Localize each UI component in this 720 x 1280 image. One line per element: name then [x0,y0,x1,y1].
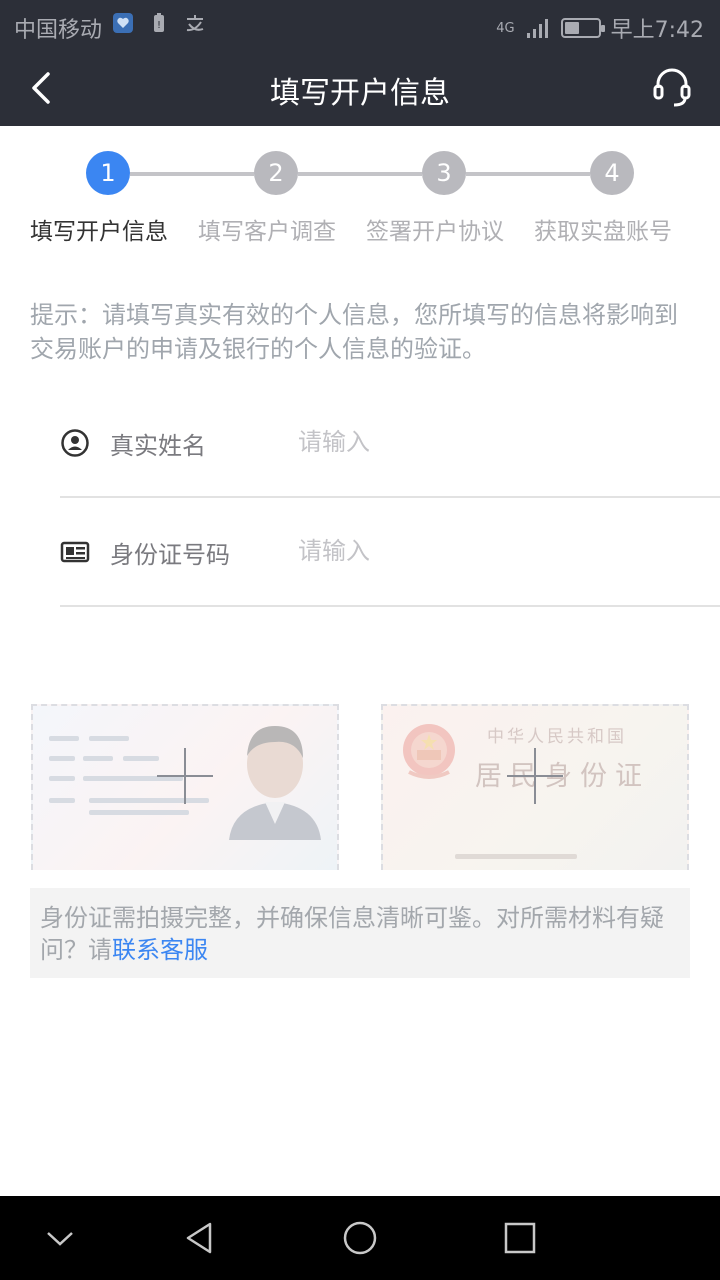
customer-service-headset-icon[interactable] [652,66,692,108]
card-text-line [455,854,577,859]
national-emblem-icon [403,724,455,779]
progress-stepper: 1 2 3 4 填写开户信息 填写客户调查 签署开户协议 获取实盘账号 [0,126,720,256]
info-tip: 提示：请填写真实有效的个人信息，您所填写的信息将影响到交易账户的申请及银行的个人… [30,301,678,363]
card-text-line [89,810,189,815]
card-text-line [83,756,113,761]
id-number-label: 身份证号码 [110,541,230,569]
id-number-input[interactable] [298,531,678,571]
network-type: 4G [496,20,515,36]
step-3-label: 签署开户协议 [366,219,504,245]
clock: 早上7:42 [610,18,704,43]
system-navigation-bar [0,1196,720,1280]
card-text-line [49,776,75,781]
card-text-line [49,798,75,803]
page-title: 填写开户信息 [270,76,450,111]
step-1-circle: 1 [86,151,130,195]
sample-portrait-photo [229,726,321,840]
card-text-line [49,736,79,741]
card-text-line [123,756,159,761]
id-card-front-upload[interactable] [31,704,339,870]
carrier-name: 中国移动 [14,18,103,43]
signal-icon [526,19,548,38]
battery-saver-icon: ! [154,13,164,32]
add-photo-plus-icon [157,748,213,804]
upload-note: 身份证需拍摄完整，并确保信息清晰可鉴。对所需材料有疑问？请联系客服 [30,888,690,978]
recent-apps-square-icon[interactable] [500,1218,540,1258]
user-icon [61,429,89,457]
home-circle-icon[interactable] [340,1218,380,1258]
step-2-label: 填写客户调查 [198,219,336,245]
real-name-label: 真实姓名 [110,432,206,460]
step-connector [466,172,590,176]
svg-text:!: ! [157,20,161,31]
battery-icon [560,18,605,38]
step-4-circle: 4 [590,151,634,195]
card-text-line [89,736,129,741]
real-name-input[interactable] [298,422,678,462]
nav-bar: 填写开户信息 [0,50,720,126]
step-4-label: 获取实盘账号 [534,219,672,245]
real-name-field: 真实姓名 [60,388,720,498]
id-card-back-upload[interactable]: 中华人民共和国 居民身份证 [381,704,689,870]
step-3-circle: 3 [422,151,466,195]
step-connector [298,172,422,176]
id-number-field: 身份证号码 [60,497,720,607]
contact-support-link[interactable]: 联系客服 [112,936,208,964]
hide-keyboard-chevron-icon[interactable] [40,1218,80,1258]
card-text-line [49,756,75,761]
card-country-text: 中华人民共和国 [487,727,627,747]
step-2-circle: 2 [254,151,298,195]
id-card-icon [60,541,90,563]
step-connector [130,172,254,176]
health-app-icon [113,13,133,33]
back-triangle-icon[interactable] [180,1218,220,1258]
input-method-icon [186,15,204,32]
status-bar: 中国移动 ! 4G 早上7:42 [0,0,720,50]
add-photo-plus-icon [507,748,563,804]
step-1-label: 填写开户信息 [30,219,168,245]
